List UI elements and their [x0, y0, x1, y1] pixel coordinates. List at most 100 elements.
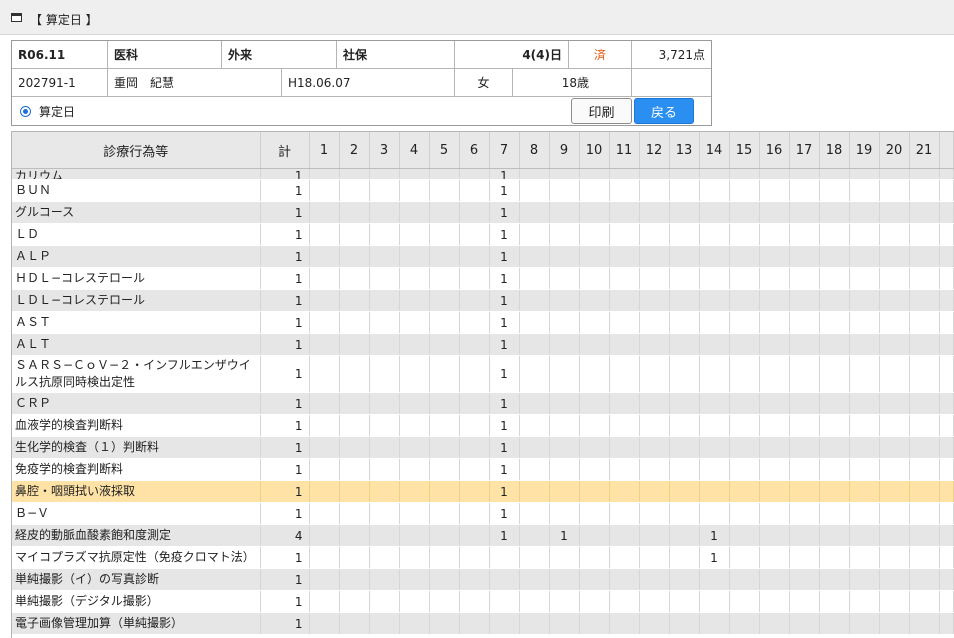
day-cell-17[interactable] [789, 355, 820, 393]
day-cell-7[interactable] [489, 590, 520, 613]
header-day-12[interactable]: 12 [639, 132, 670, 169]
day-cell-18[interactable] [819, 168, 850, 180]
day-cell-16[interactable] [759, 223, 790, 246]
table-row[interactable]: カリウム 1 1 [12, 168, 954, 180]
day-cell-16[interactable] [759, 546, 790, 569]
day-cell-12[interactable] [639, 333, 670, 356]
row-name[interactable]: ＳＡＲＳ−ＣｏＶ−２・インフルエンザウイルス抗原同時検出定性 [12, 355, 261, 393]
day-cell-18[interactable] [819, 414, 850, 437]
day-cell-9[interactable] [549, 179, 580, 202]
day-cell-17[interactable] [789, 436, 820, 459]
day-cell-3[interactable] [369, 524, 400, 547]
day-cell-19[interactable] [849, 524, 880, 547]
radio-selected-icon[interactable] [20, 106, 31, 117]
day-cell-18[interactable] [819, 612, 850, 635]
day-cell-16[interactable] [759, 168, 790, 180]
day-cell-12[interactable] [639, 436, 670, 459]
day-cell-11[interactable] [609, 201, 640, 224]
day-cell-20[interactable] [879, 590, 910, 613]
table-row[interactable]: 生化学的検査（１）判断料 1 1 [12, 436, 954, 459]
day-cell-10[interactable] [579, 546, 610, 569]
day-cell-5[interactable] [429, 458, 460, 481]
day-cell-8[interactable] [519, 458, 550, 481]
day-cell-15[interactable] [729, 414, 760, 437]
calc-date-grid[interactable]: 診療行為等計 1 2 3 4 5 6 7 8 9 10 11 12 13 14 15 16 17 18 19 20 21 … [11, 131, 954, 638]
day-cell-18[interactable] [819, 502, 850, 525]
day-cell-21[interactable] [909, 333, 940, 356]
day-cell-14[interactable] [699, 458, 730, 481]
day-cell-15[interactable] [729, 311, 760, 334]
day-cell-17[interactable] [789, 267, 820, 290]
day-cell-1[interactable] [309, 311, 340, 334]
day-cell-15[interactable] [729, 568, 760, 591]
table-row[interactable]: 単純撮影（デジタル撮影） 1 [12, 590, 954, 613]
day-cell-14[interactable] [699, 223, 730, 246]
day-cell-3[interactable] [369, 267, 400, 290]
day-cell-7[interactable]: 1 [489, 311, 520, 334]
day-cell-20[interactable] [879, 333, 910, 356]
header-day-11[interactable]: 11 [609, 132, 640, 169]
day-cell-8[interactable] [519, 201, 550, 224]
header-name[interactable]: 診療行為等 [12, 132, 261, 169]
day-cell-9[interactable] [549, 168, 580, 180]
day-cell-18[interactable] [819, 179, 850, 202]
day-cell-7[interactable]: 1 [489, 414, 520, 437]
day-cell-2[interactable] [339, 524, 370, 547]
day-cell-1[interactable] [309, 524, 340, 547]
day-cell-21[interactable] [909, 480, 940, 503]
day-cell-15[interactable] [729, 355, 760, 393]
row-total[interactable]: 1 [260, 289, 310, 312]
day-cell-1[interactable] [309, 201, 340, 224]
day-cell-12[interactable] [639, 590, 670, 613]
day-cell-17[interactable] [789, 612, 820, 635]
day-cell-20[interactable] [879, 502, 910, 525]
day-cell-14[interactable]: 1 [699, 546, 730, 569]
row-total[interactable]: 1 [260, 458, 310, 481]
row-total[interactable]: 1 [260, 480, 310, 503]
row-total[interactable]: 1 [260, 201, 310, 224]
day-cell-6[interactable] [459, 414, 490, 437]
day-cell-11[interactable] [609, 414, 640, 437]
table-row[interactable]: ＢＵＮ 1 1 [12, 179, 954, 202]
table-row[interactable]: ＡＳＴ 1 1 [12, 311, 954, 334]
day-cell-15[interactable] [729, 458, 760, 481]
day-cell-9[interactable] [549, 612, 580, 635]
day-cell-3[interactable] [369, 223, 400, 246]
header-day-10[interactable]: 10 [579, 132, 610, 169]
day-cell-21[interactable] [909, 289, 940, 312]
row-total[interactable]: 1 [260, 179, 310, 202]
day-cell-16[interactable] [759, 201, 790, 224]
day-cell-21[interactable] [909, 502, 940, 525]
day-cell-18[interactable] [819, 436, 850, 459]
row-name[interactable]: マイコプラズマ抗原定性（免疫クロマト法） [12, 546, 261, 569]
day-cell-3[interactable] [369, 392, 400, 415]
day-cell-7[interactable]: 1 [489, 436, 520, 459]
row-name[interactable]: 生化学的検査（１）判断料 [12, 436, 261, 459]
day-cell-13[interactable] [669, 179, 700, 202]
day-cell-6[interactable] [459, 502, 490, 525]
day-cell-2[interactable] [339, 392, 370, 415]
day-cell-5[interactable] [429, 179, 460, 202]
day-cell-12[interactable] [639, 355, 670, 393]
row-name[interactable]: 経皮的動脈血酸素飽和度測定 [12, 524, 261, 547]
day-cell-20[interactable] [879, 612, 910, 635]
day-cell-2[interactable] [339, 223, 370, 246]
day-cell-13[interactable] [669, 612, 700, 635]
day-cell-10[interactable] [579, 480, 610, 503]
day-cell-20[interactable] [879, 267, 910, 290]
day-cell-12[interactable] [639, 414, 670, 437]
header-day-8[interactable]: 8 [519, 132, 550, 169]
day-cell-12[interactable] [639, 568, 670, 591]
day-cell-4[interactable] [399, 480, 430, 503]
day-cell-13[interactable] [669, 480, 700, 503]
day-cell-11[interactable] [609, 546, 640, 569]
day-cell-13[interactable] [669, 458, 700, 481]
day-cell-4[interactable] [399, 524, 430, 547]
day-cell-1[interactable] [309, 392, 340, 415]
day-cell-4[interactable] [399, 414, 430, 437]
day-cell-14[interactable] [699, 201, 730, 224]
day-cell-15[interactable] [729, 201, 760, 224]
day-cell-17[interactable] [789, 311, 820, 334]
day-cell-20[interactable] [879, 436, 910, 459]
day-cell-1[interactable] [309, 458, 340, 481]
